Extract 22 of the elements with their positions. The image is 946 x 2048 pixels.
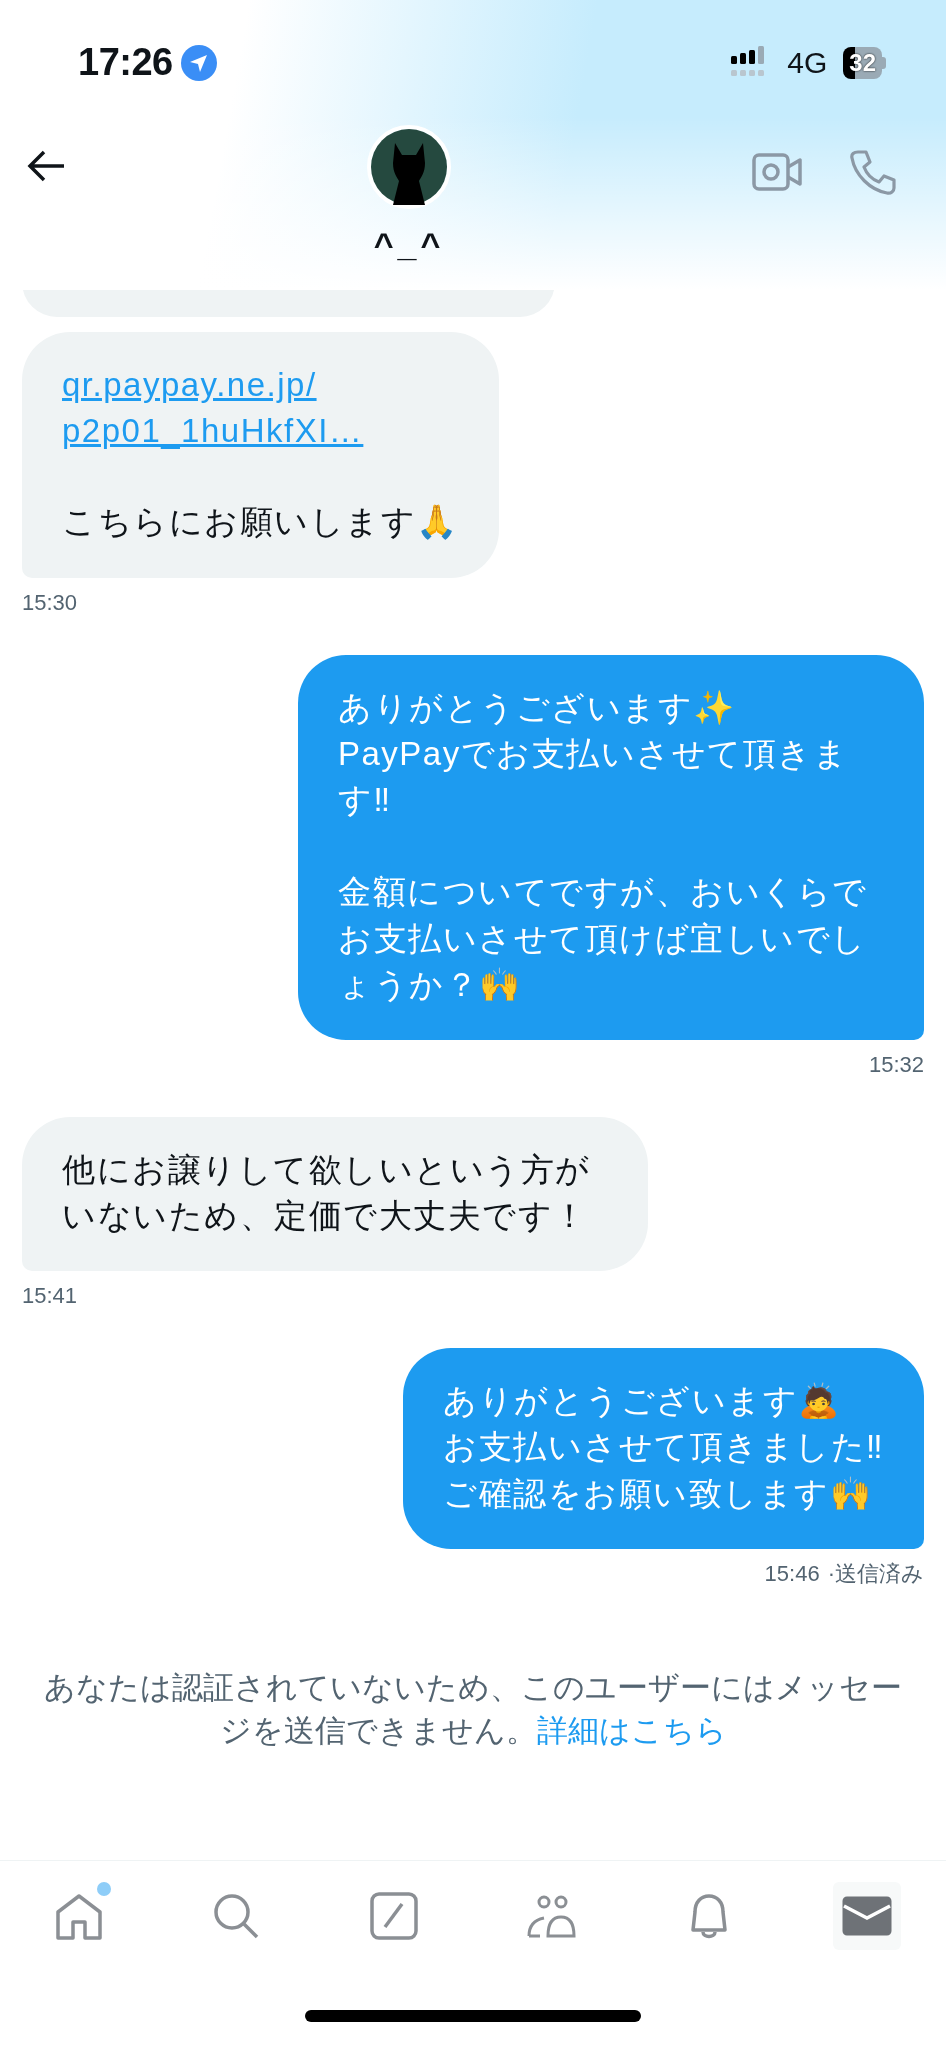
user-name: ^_^ [373, 227, 445, 261]
compose-icon [368, 1889, 421, 1942]
message-text: ありがとうございます✨ PayPayでお支払いさせて頂きます‼ 金額についてですが、おいくらでお支払いさせて頂けば宜しいでしょうか？🙌 [338, 688, 868, 1003]
messages-tab[interactable] [833, 1881, 902, 1950]
timestamp: 15:30 [22, 588, 78, 617]
avatar[interactable] [367, 125, 451, 209]
back-button[interactable] [26, 149, 66, 183]
clock-time: 17:26 [78, 40, 173, 85]
phone-call-button[interactable] [850, 149, 896, 195]
location-icon [180, 44, 217, 81]
timestamp: 15:32 [868, 1050, 924, 1079]
delivery-status: ·送信済み [827, 1559, 924, 1588]
link[interactable]: qr.paypay.ne.jp/ p2p01_1huHkfXI… [62, 362, 459, 455]
timestamp: 15:41 [22, 1282, 78, 1311]
network-type: 4G [787, 45, 828, 81]
details-link[interactable]: 詳細はこちら [536, 1713, 727, 1749]
timestamp: 15:46 [764, 1559, 820, 1588]
notification-dot [96, 1881, 111, 1896]
message-text: ありがとうございます🙇 お支払いさせて頂きました‼ ご確認をお願い致します🙌 [443, 1382, 884, 1512]
message-text: こちらにお願いします🙏 [62, 503, 459, 541]
message-text: 他にお譲りして欲しいという方がいないため、定価で大丈夫です！ [62, 1150, 591, 1235]
notice-text: あなたは認証されていないため、このユーザーにはメッセージを送信できません。詳細はこちら [43, 1668, 903, 1751]
